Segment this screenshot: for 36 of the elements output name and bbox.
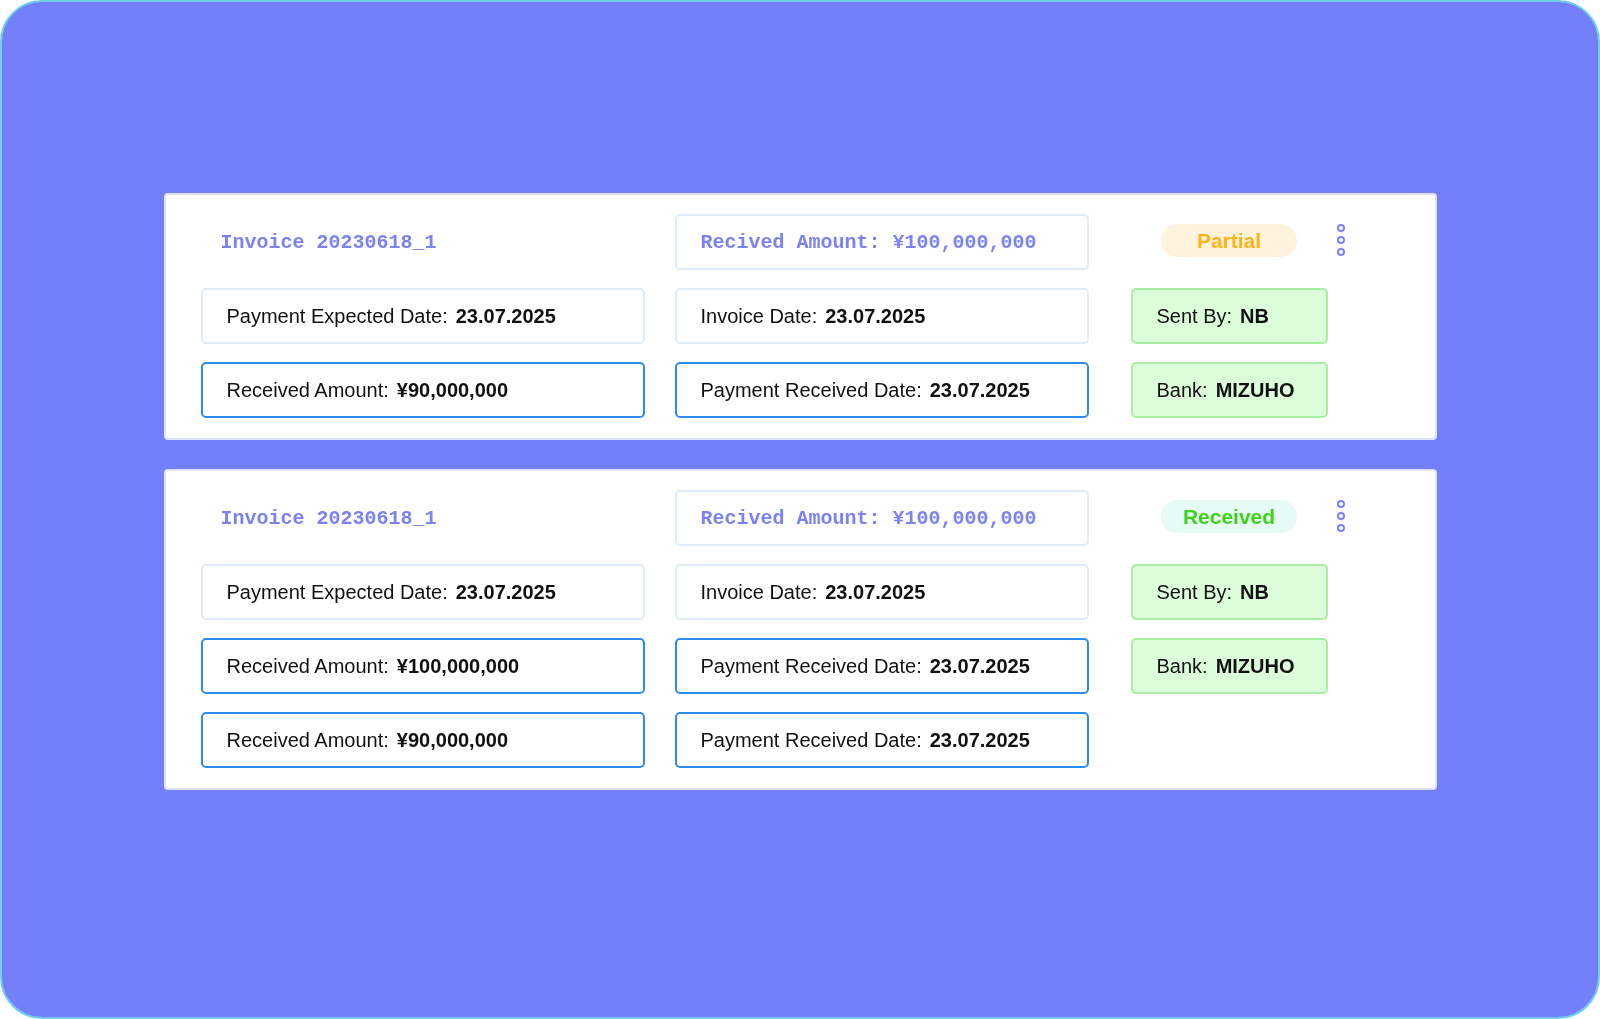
invoice-title: Invoice 20230618_1: [219, 506, 438, 530]
field-value: ¥100,000,000: [396, 654, 520, 678]
field-label: Sent By:: [1156, 304, 1233, 328]
more-options-icon[interactable]: [1335, 500, 1346, 532]
status-badge: Received: [1161, 500, 1297, 533]
field-label: Payment Received Date:: [700, 728, 922, 752]
amount-summary: Recived Amount: ¥100,000,000: [674, 490, 1089, 546]
field-label: Payment Received Date:: [700, 378, 922, 402]
field-label: Invoice Date:: [700, 580, 818, 604]
field-label: Received Amount:: [226, 654, 389, 678]
field-label: Received Amount:: [226, 378, 389, 402]
field-label: Received Amount:: [226, 728, 389, 752]
more-options-icon[interactable]: [1335, 224, 1346, 256]
field-value: 23.07.2025: [455, 304, 556, 328]
field-value: 23.07.2025: [455, 580, 556, 604]
field-value: ¥90,000,000: [396, 378, 509, 402]
field-value: NB: [1240, 580, 1269, 604]
invoice-title: Invoice 20230618_1: [219, 230, 438, 254]
field-label: Invoice Date:: [700, 304, 818, 328]
field-value: MIZUHO: [1215, 378, 1295, 402]
field-label: Payment Expected Date:: [226, 304, 448, 328]
field-value: 23.07.2025: [929, 728, 1030, 752]
field-label: Payment Received Date:: [700, 654, 922, 678]
field-value: NB: [1240, 304, 1269, 328]
field-value: 23.07.2025: [825, 304, 926, 328]
field-value: ¥90,000,000: [396, 728, 509, 752]
field-value: MIZUHO: [1215, 654, 1295, 678]
field-label: Payment Expected Date:: [226, 580, 448, 604]
field-label: Bank:: [1156, 378, 1208, 402]
amount-summary: Recived Amount: ¥100,000,000: [674, 214, 1089, 270]
field-label: Sent By:: [1156, 580, 1233, 604]
field-label: Bank:: [1156, 654, 1208, 678]
status-badge: Partial: [1161, 224, 1297, 257]
field-value: 23.07.2025: [825, 580, 926, 604]
field-value: 23.07.2025: [929, 654, 1030, 678]
field-value: 23.07.2025: [929, 378, 1030, 402]
